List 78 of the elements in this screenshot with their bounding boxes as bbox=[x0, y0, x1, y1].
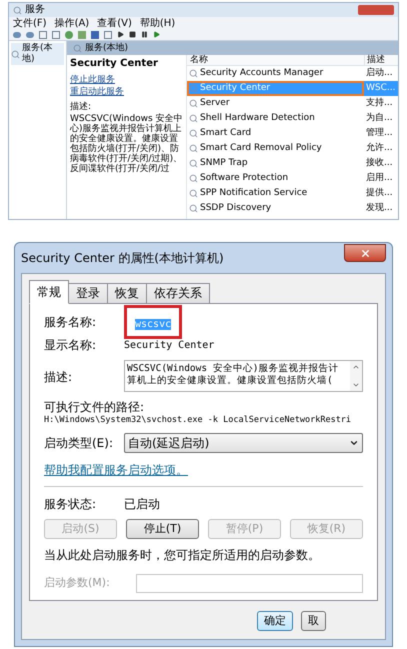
startup-type-select[interactable]: 自动(延迟启动) bbox=[124, 433, 363, 453]
table-row[interactable]: Server 支持... bbox=[187, 96, 398, 111]
table-cell-text: 为自... bbox=[365, 113, 394, 124]
table-cell-text: 提供... bbox=[365, 188, 394, 199]
dialog-button[interactable]: 确定 bbox=[257, 611, 293, 631]
field-label: 显示名称: bbox=[44, 337, 98, 354]
path-label: 可执行文件的路径: bbox=[44, 400, 146, 414]
refresh-icon[interactable] bbox=[65, 30, 73, 38]
field-label: 启动类型(E): bbox=[44, 435, 114, 452]
menu-item[interactable]: 帮助(H) bbox=[140, 18, 176, 28]
table-cell: SPP Notification Service bbox=[200, 188, 308, 199]
pane-header: 服务(本地) bbox=[67, 41, 398, 55]
scrollbar[interactable] bbox=[350, 361, 362, 391]
display-name-value: Security Center bbox=[124, 338, 214, 352]
scroll-down-icon[interactable] bbox=[352, 381, 360, 389]
description-text: WSCSVC(Windows 安全中心)服务监视并报告计算机上的安全健康设置。健康设置包括防火墙( bbox=[126, 362, 340, 388]
menu-item[interactable]: 操作(A) bbox=[54, 18, 90, 28]
dialog-title: Security Center 的属性(本地计算机) bbox=[21, 251, 224, 265]
status-value: 已启动 bbox=[124, 496, 160, 513]
table-cell-text: 管理... bbox=[365, 128, 394, 139]
field-label: 启动参数(M): bbox=[44, 575, 111, 592]
menu-item[interactable]: 文件(F) bbox=[13, 18, 47, 28]
table-cell: Smart Card bbox=[200, 128, 252, 139]
table-cell-text: WSC... bbox=[365, 83, 396, 94]
table-cell: Smart Card Removal Policy bbox=[200, 143, 322, 154]
table-row[interactable]: Shell Hardware Detection 为自... bbox=[187, 111, 398, 126]
action-link[interactable]: 停止此服务 bbox=[70, 75, 183, 85]
service-name-value: wscsvc bbox=[135, 319, 172, 330]
window-title: 服务 bbox=[25, 4, 45, 16]
toolbar-icon[interactable] bbox=[104, 30, 112, 38]
table-row[interactable]: SPP Notification Service 提供... bbox=[187, 186, 398, 201]
table-row[interactable]: SSDP Discovery 发现... bbox=[187, 201, 398, 216]
field-label: 服务状态: bbox=[44, 496, 98, 513]
parameters-note: 当从此处启动服务时，您可指定所适用的启动参数。 bbox=[44, 548, 321, 562]
table-cell: SNMP Trap bbox=[200, 158, 248, 169]
stop-icon[interactable] bbox=[129, 31, 136, 38]
path-value: H:\Windows\System32\svchost.exe -k LocalServiceNetworkRestri bbox=[44, 414, 352, 426]
description-box[interactable]: WSCSVC(Windows 安全中心)服务监视并报告计算机上的安全健康设置。健康设置包括防火墙( bbox=[124, 360, 363, 392]
tab[interactable]: 登录 bbox=[68, 283, 108, 304]
table-row[interactable]: Smart Card Removal Policy 允许... bbox=[187, 141, 398, 156]
field-label: 描述: bbox=[44, 369, 74, 386]
dropdown-icon bbox=[349, 438, 359, 448]
help-link[interactable]: 帮助我配置服务启动选项。 bbox=[44, 463, 188, 477]
table-cell-text: 接收... bbox=[365, 158, 394, 169]
restart-icon[interactable] bbox=[153, 31, 160, 38]
service-button[interactable]: 停止(T) bbox=[126, 519, 199, 539]
tree-item[interactable]: 服务(本地) bbox=[11, 43, 64, 65]
tab[interactable]: 依存关系 bbox=[146, 283, 210, 304]
tab[interactable]: 恢复 bbox=[107, 283, 147, 304]
table-row[interactable]: Smart Card 管理... bbox=[187, 126, 398, 141]
table-cell-text: 发现... bbox=[365, 203, 394, 214]
action-link[interactable]: 重启动此服务 bbox=[70, 87, 183, 97]
table-cell-text: 允许... bbox=[365, 143, 394, 154]
table-cell-text: 支持... bbox=[365, 98, 394, 109]
dialog-button[interactable]: 取 bbox=[301, 611, 326, 631]
service-name: Security Center bbox=[70, 58, 159, 70]
table-row[interactable]: Security Accounts Manager 启动... bbox=[187, 66, 398, 81]
table-cell: Software Protection bbox=[200, 173, 288, 184]
table-row[interactable]: Software Protection 启用... bbox=[187, 171, 398, 186]
table-cell-text: 启用... bbox=[365, 173, 394, 184]
table-cell: Security Center bbox=[200, 83, 270, 94]
table-row[interactable]: SNMP Trap 接收... bbox=[187, 156, 398, 171]
play-icon[interactable] bbox=[117, 31, 124, 38]
close-icon bbox=[360, 248, 370, 258]
close-button[interactable] bbox=[344, 244, 386, 262]
table-cell: Shell Hardware Detection bbox=[200, 113, 315, 124]
menu-item[interactable]: 查看(V) bbox=[97, 18, 132, 28]
scroll-up-icon[interactable] bbox=[352, 363, 360, 371]
tab[interactable]: 常规 bbox=[29, 280, 69, 304]
table-cell: Server bbox=[200, 98, 230, 109]
table-cell-text: 启动... bbox=[365, 68, 394, 79]
field-label: 服务名称: bbox=[44, 314, 98, 331]
description-text: WSCSVC(Windows 安全中心)服务监视并报告计算机上的安全健康设置。健康设置包括防火墙(打开/关闭)、防病毒软件(打开/关闭/过期)、反间谍软件(打开/关闭/过 bbox=[70, 114, 183, 174]
description-label: 描述: bbox=[70, 102, 92, 112]
table-cell: Security Accounts Manager bbox=[200, 68, 324, 79]
pause-icon[interactable] bbox=[141, 31, 148, 38]
column-header[interactable]: 描述 bbox=[364, 55, 398, 65]
table-cell: SSDP Discovery bbox=[200, 203, 272, 214]
